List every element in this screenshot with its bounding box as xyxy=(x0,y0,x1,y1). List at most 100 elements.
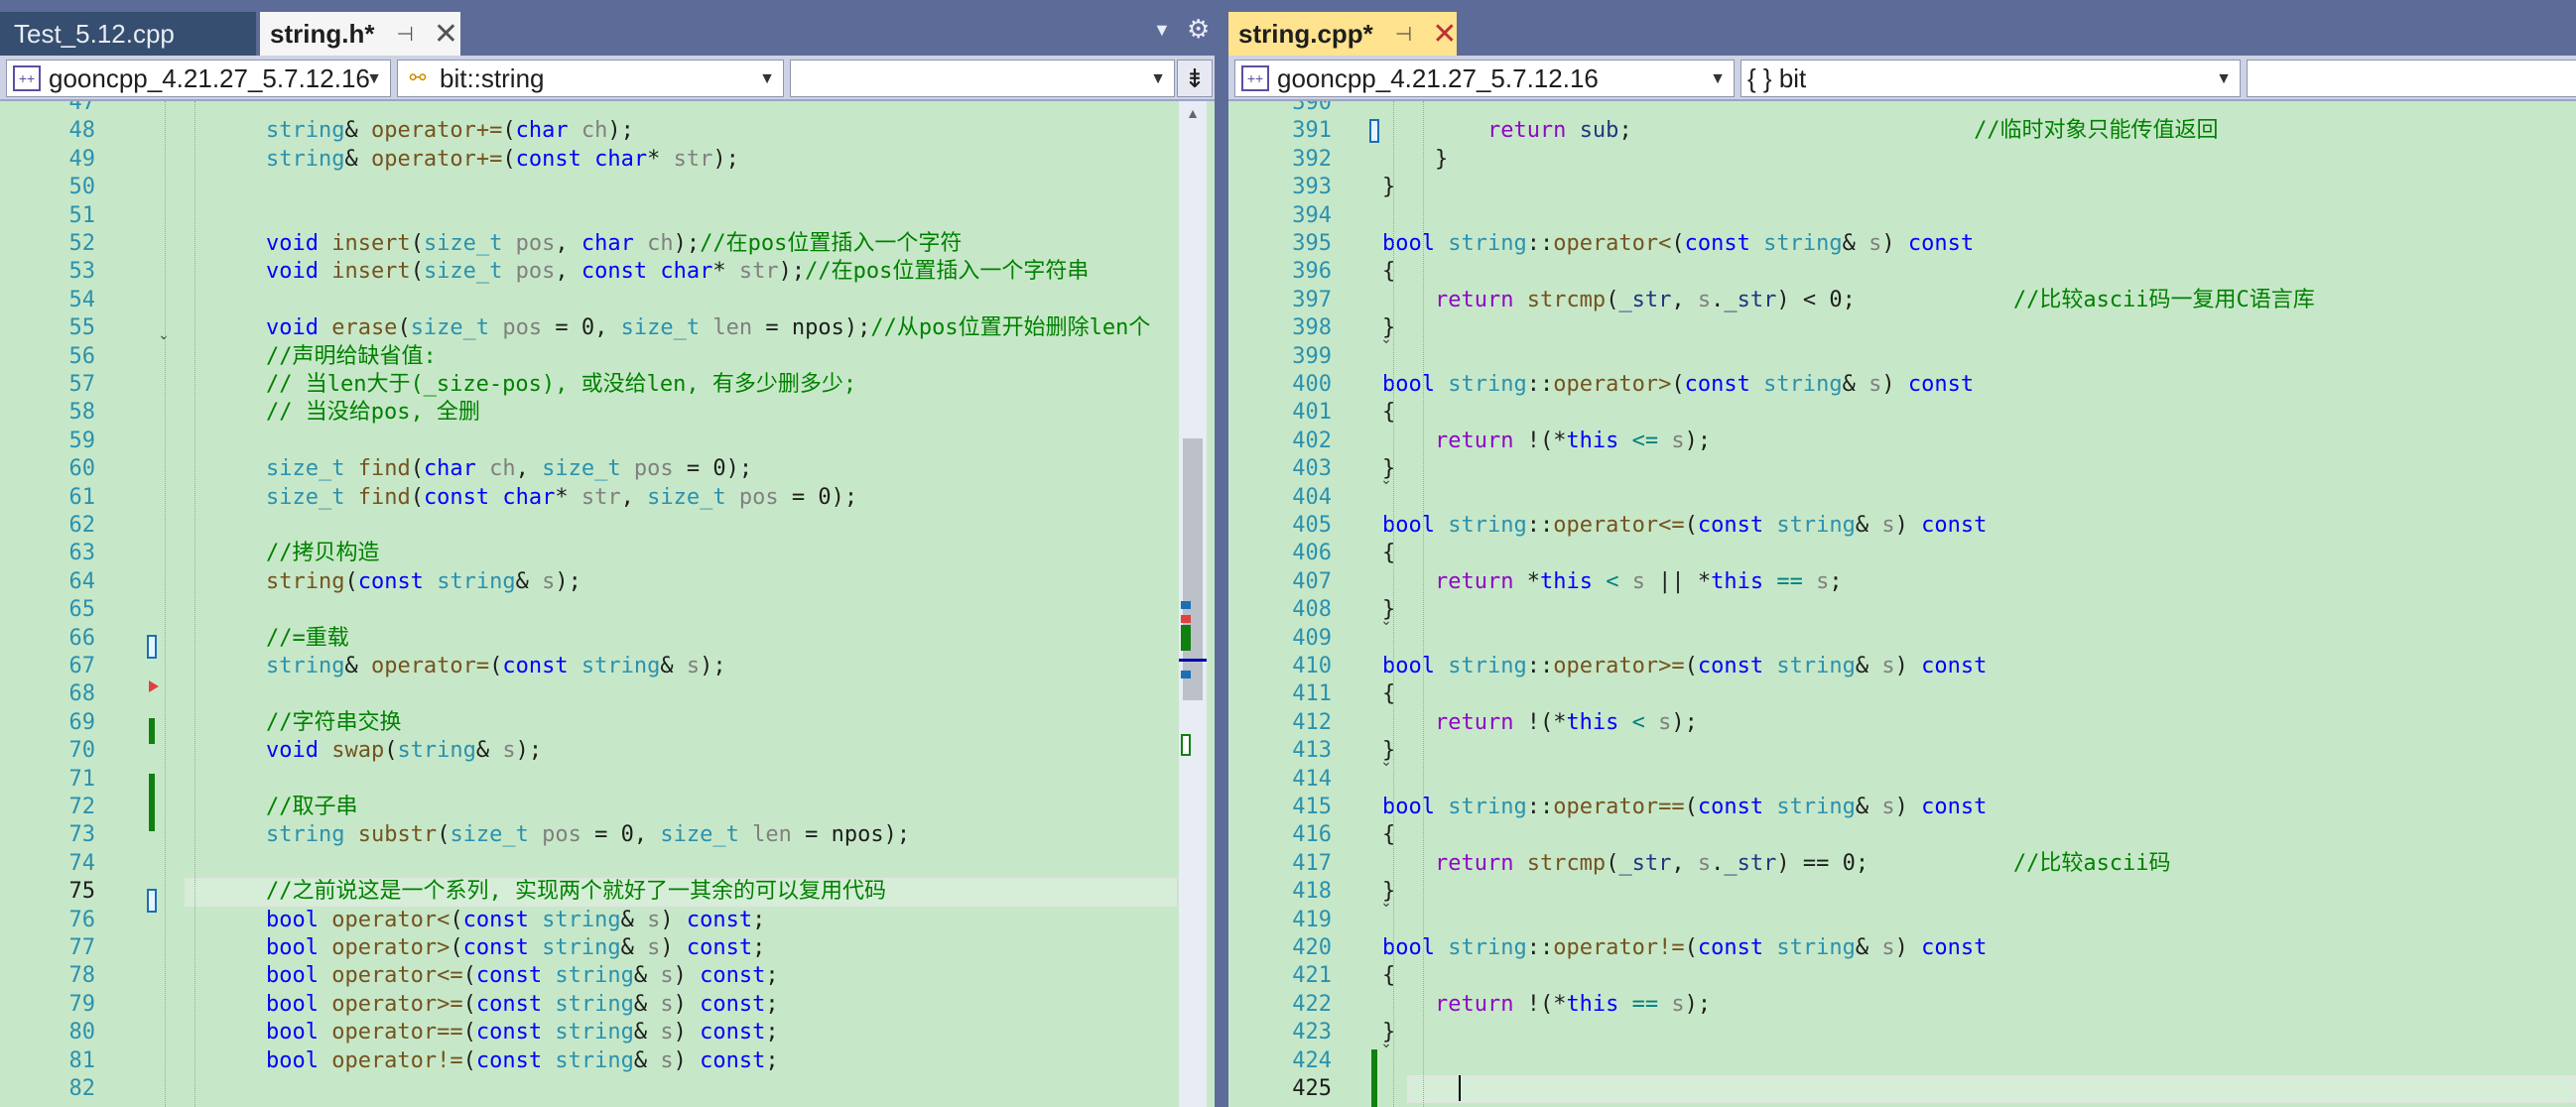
member-dropdown[interactable] xyxy=(2247,60,2576,97)
code-line[interactable]: 403 } xyxy=(1228,455,2576,483)
code-line[interactable]: 50 xyxy=(0,174,1215,201)
code-line[interactable]: 55 void erase(size_t pos = 0, size_t len… xyxy=(0,314,1215,342)
code-line[interactable]: 412 return !(*this < s); xyxy=(1228,709,2576,737)
code-line[interactable]: 74 xyxy=(0,850,1215,878)
code-line[interactable]: 407 return *this < s || *this == s; xyxy=(1228,568,2576,596)
code-token: bool xyxy=(265,1020,319,1046)
code-line[interactable]: 416 { xyxy=(1228,821,2576,849)
code-line[interactable]: 63 //拷贝构造 xyxy=(0,540,1215,567)
code-line[interactable]: 51 xyxy=(0,202,1215,230)
code-line[interactable]: 64 string(const string& s); xyxy=(0,568,1215,596)
code-token: const xyxy=(1684,372,1750,397)
code-line[interactable]: 398 } xyxy=(1228,314,2576,342)
project-dropdown[interactable]: ++ gooncpp_4.21.27_5.7.12.16 ▼ xyxy=(1234,60,1735,97)
right-code-editor[interactable]: 390 391 return sub; //临时对象只能传值返回 392 } 393 … xyxy=(1228,101,2576,1107)
code-line[interactable]: 72 //取子串 xyxy=(0,794,1215,821)
code-line[interactable]: 47 xyxy=(0,101,1215,117)
code-line[interactable]: 76 bool operator<(const string& s) const… xyxy=(0,907,1215,934)
code-line[interactable]: 397 return strcmp(_str, s._str) < 0; //比… xyxy=(1228,287,2576,314)
code-line[interactable]: 62 xyxy=(0,512,1215,540)
code-line[interactable]: 60 size_t find(char ch, size_t pos = 0); xyxy=(0,455,1215,483)
code-line[interactable]: 52 void insert(size_t pos, char ch);//在p… xyxy=(0,230,1215,258)
code-line[interactable]: 393 } xyxy=(1228,174,2576,201)
code-line[interactable]: 54 xyxy=(0,287,1215,314)
code-line[interactable]: 413 } xyxy=(1228,737,2576,765)
code-line[interactable]: 390 xyxy=(1228,101,2576,117)
code-line[interactable]: 75 //之前说这是一个系列, 实现两个就好了一其余的可以复用代码 xyxy=(0,878,1215,906)
code-line[interactable]: 59 xyxy=(0,428,1215,455)
code-token: { xyxy=(1330,822,1396,848)
code-line[interactable]: 66 //=重载 xyxy=(0,625,1215,653)
code-line[interactable]: 422 return !(*this == s); xyxy=(1228,991,2576,1019)
code-line[interactable]: 77 bool operator>(const string& s) const… xyxy=(0,934,1215,962)
code-line[interactable]: 396 { xyxy=(1228,258,2576,286)
code-line[interactable]: 421 { xyxy=(1228,962,2576,990)
left-vertical-scrollbar[interactable]: ▲ xyxy=(1179,101,1207,1107)
tab-string-cpp[interactable]: string.cpp* ⊣ ✕ xyxy=(1228,12,1457,56)
gear-icon[interactable]: ⚙ xyxy=(1187,14,1210,45)
code-line[interactable]: 410 bool string::operator>=(const string… xyxy=(1228,653,2576,680)
close-icon[interactable]: ✕ xyxy=(434,17,458,52)
code-line[interactable]: 419 xyxy=(1228,907,2576,934)
code-line[interactable]: 391 return sub; //临时对象只能传值返回 xyxy=(1228,117,2576,145)
code-line[interactable]: 411 { xyxy=(1228,680,2576,708)
code-line[interactable]: 394 xyxy=(1228,202,2576,230)
code-line[interactable]: 409 xyxy=(1228,625,2576,653)
code-line[interactable]: 49 string& operator+=(const char* str); xyxy=(0,146,1215,174)
code-line[interactable]: 68 xyxy=(0,680,1215,708)
code-line[interactable]: 414 xyxy=(1228,766,2576,794)
code-line[interactable]: 65 xyxy=(0,596,1215,624)
code-line[interactable]: 67 string& operator=(const string& s); xyxy=(0,653,1215,680)
project-dropdown[interactable]: ++ gooncpp_4.21.27_5.7.12.16 ▼ xyxy=(6,60,391,97)
member-dropdown[interactable]: ▼ xyxy=(790,60,1175,97)
code-line[interactable]: 400 bool string::operator>(const string&… xyxy=(1228,371,2576,399)
code-line[interactable]: 58 // 当没给pos, 全删 xyxy=(0,399,1215,427)
dropdown-arrow-icon[interactable]: ▼ xyxy=(1153,20,1171,41)
code-line[interactable]: 61 size_t find(const char* str, size_t p… xyxy=(0,484,1215,512)
code-line[interactable]: 70 void swap(string& s); xyxy=(0,737,1215,765)
code-line[interactable]: 406 { xyxy=(1228,540,2576,567)
code-line[interactable]: 73 string substr(size_t pos = 0, size_t … xyxy=(0,821,1215,849)
code-line[interactable]: 79 bool operator>=(const string& s) cons… xyxy=(0,991,1215,1019)
scroll-up-icon[interactable]: ▲ xyxy=(1179,105,1207,121)
code-line[interactable]: 405 bool string::operator<=(const string… xyxy=(1228,512,2576,540)
code-line[interactable]: 71 xyxy=(0,766,1215,794)
code-line[interactable]: 395 bool string::operator<(const string&… xyxy=(1228,230,2576,258)
code-line[interactable]: 418 } xyxy=(1228,878,2576,906)
code-line[interactable]: 80 bool operator==(const string& s) cons… xyxy=(0,1019,1215,1046)
close-icon[interactable]: ✕ xyxy=(1432,17,1457,52)
code-line[interactable]: 48 string& operator+=(char ch); xyxy=(0,117,1215,145)
code-line[interactable]: 57 // 当len大于(_size-pos), 或没给len, 有多少删多少; xyxy=(0,371,1215,399)
code-line[interactable]: 408 } xyxy=(1228,596,2576,624)
code-line[interactable]: 425 xyxy=(1228,1075,2576,1103)
code-line[interactable]: 53 void insert(size_t pos, const char* s… xyxy=(0,258,1215,286)
scope-dropdown[interactable]: { } bit ▼ xyxy=(1740,60,2241,97)
code-line[interactable]: 402 return !(*this <= s); xyxy=(1228,428,2576,455)
line-number: 49 xyxy=(68,146,96,172)
scope-dropdown[interactable]: ⚯ bit::string ▼ xyxy=(397,60,784,97)
tab-string-h[interactable]: string.h* ⊣ ✕ xyxy=(260,12,460,56)
code-line[interactable]: 56 //声明给缺省值: xyxy=(0,343,1215,371)
code-token: * xyxy=(712,259,739,285)
pin-icon[interactable]: ⊣ xyxy=(1395,22,1412,47)
code-line[interactable]: 392 } xyxy=(1228,146,2576,174)
code-token: operator<= xyxy=(331,963,463,989)
split-icon[interactable]: ⇟ xyxy=(1177,60,1213,97)
pin-icon[interactable]: ⊣ xyxy=(396,22,413,47)
code-line[interactable]: 404 xyxy=(1228,484,2576,512)
code-line[interactable]: 69 //字符串交换 xyxy=(0,709,1215,737)
left-code-editor[interactable]: 47 48 string& operator+=(char ch); 49 stri… xyxy=(0,101,1215,1107)
code-line[interactable]: 81 bool operator!=(const string& s) cons… xyxy=(0,1047,1215,1075)
code-line[interactable]: 78 bool operator<=(const string& s) cons… xyxy=(0,962,1215,990)
code-line[interactable]: 423 } xyxy=(1228,1019,2576,1046)
code-line[interactable]: 415 bool string::operator==(const string… xyxy=(1228,794,2576,821)
code-line[interactable]: 82 xyxy=(0,1075,1215,1103)
code-line[interactable]: 417 return strcmp(_str, s._str) == 0; //… xyxy=(1228,850,2576,878)
code-token: const xyxy=(1921,935,1988,960)
code-line[interactable]: 424 xyxy=(1228,1047,2576,1075)
tab-test-cpp[interactable]: Test_5.12.cpp xyxy=(0,12,256,56)
code-line[interactable]: 420 bool string::operator!=(const string… xyxy=(1228,934,2576,962)
code-line[interactable]: 399 xyxy=(1228,343,2576,371)
pane-divider[interactable] xyxy=(1215,0,1228,1107)
code-line[interactable]: 401 { xyxy=(1228,399,2576,427)
